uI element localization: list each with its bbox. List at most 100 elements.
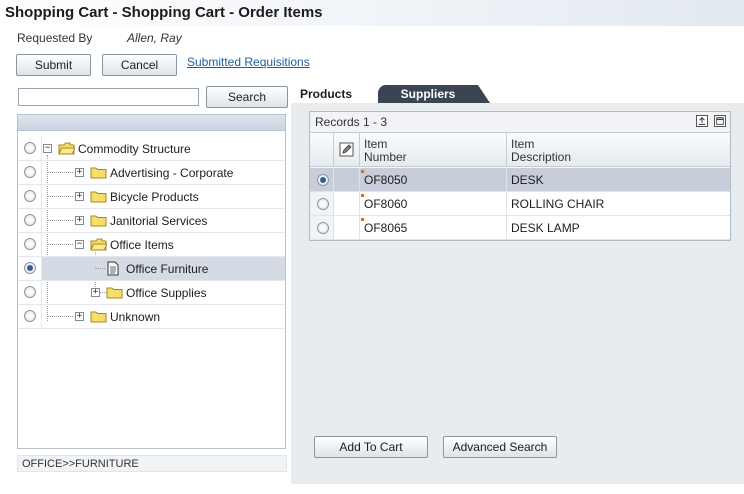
- row-edit-cell: [334, 168, 360, 191]
- tree-row-office-supplies[interactable]: + Office Supplies: [18, 281, 285, 305]
- row-radio-selected[interactable]: [317, 174, 329, 186]
- tree-radio-cell: [18, 257, 42, 280]
- tree-row-advertising-corporate[interactable]: + Advertising - Corporate: [18, 161, 285, 185]
- tab-products[interactable]: Products: [300, 87, 352, 101]
- search-button[interactable]: Search: [206, 86, 288, 108]
- title-bar: Shopping Cart - Shopping Cart - Order It…: [0, 0, 744, 26]
- tree-radio-cell: [18, 137, 42, 160]
- tree-radio[interactable]: [24, 310, 36, 322]
- tree-radio-cell: [18, 233, 42, 256]
- page-title: Shopping Cart - Shopping Cart - Order It…: [5, 4, 323, 21]
- tab-suppliers[interactable]: Suppliers: [378, 85, 490, 103]
- requested-by-label: Requested By: [17, 31, 93, 45]
- submit-button[interactable]: Submit: [16, 54, 91, 76]
- item-number-cell[interactable]: OF8065: [360, 216, 507, 239]
- tree-radio[interactable]: [24, 214, 36, 226]
- table-row[interactable]: OF8050 DESK: [310, 168, 730, 192]
- tree-radio-cell: [18, 161, 42, 184]
- tree-node-label[interactable]: Janitorial Services: [110, 214, 207, 228]
- item-description-cell[interactable]: ROLLING CHAIR: [507, 192, 730, 215]
- tree-radio[interactable]: [24, 142, 36, 154]
- tree-row-commodity-structure[interactable]: − Commodity Structure: [18, 137, 285, 161]
- table-row[interactable]: OF8060 ROLLING CHAIR: [310, 192, 730, 216]
- tree-node-label[interactable]: Office Furniture: [126, 262, 208, 276]
- tree-radio-cell: [18, 281, 42, 304]
- row-marker-icon: [361, 218, 364, 221]
- tab-strip: Products Suppliers: [292, 84, 744, 104]
- tree-radio-cell: [18, 185, 42, 208]
- tree-row-unknown[interactable]: + Unknown: [18, 305, 285, 329]
- folder-icon: [90, 311, 107, 323]
- add-to-cart-button[interactable]: Add To Cart: [314, 436, 428, 458]
- grid-toolbar: Records 1 - 3: [310, 112, 730, 132]
- folder-icon: [106, 287, 123, 299]
- tree-row-bicycle-products[interactable]: + Bicycle Products: [18, 185, 285, 209]
- tree-radio-selected[interactable]: [24, 262, 36, 274]
- header-item-number[interactable]: Item Number: [360, 133, 507, 167]
- tree-row-janitorial-services[interactable]: + Janitorial Services: [18, 209, 285, 233]
- row-radio[interactable]: [317, 222, 329, 234]
- expand-icon[interactable]: +: [91, 288, 100, 297]
- edit-pencil-icon[interactable]: [339, 142, 354, 157]
- tree-radio-cell: [18, 305, 42, 328]
- header-line: Number: [364, 150, 407, 164]
- export-icon[interactable]: [696, 115, 708, 127]
- tree-radio[interactable]: [24, 286, 36, 298]
- expand-icon[interactable]: +: [75, 192, 84, 201]
- item-number: OF8050: [364, 173, 408, 187]
- item-description-cell[interactable]: DESK: [507, 168, 730, 191]
- row-select-cell: [310, 192, 334, 215]
- tree-connector: [95, 268, 105, 269]
- tree-row-office-items[interactable]: − Office Items: [18, 233, 285, 257]
- folder-open-icon: [58, 142, 75, 155]
- grid-header: Item Number Item Description: [310, 132, 730, 167]
- item-description-cell[interactable]: DESK LAMP: [507, 216, 730, 239]
- tree-radio[interactable]: [24, 166, 36, 178]
- item-number: OF8060: [364, 197, 408, 211]
- header-item-description[interactable]: Item Description: [507, 133, 730, 167]
- tree-node-label[interactable]: Bicycle Products: [110, 190, 199, 204]
- maximize-icon[interactable]: [714, 115, 726, 127]
- tree-connector: [47, 316, 73, 317]
- search-input[interactable]: [18, 88, 199, 106]
- cancel-button[interactable]: Cancel: [102, 54, 177, 76]
- item-number-cell[interactable]: OF8060: [360, 192, 507, 215]
- folder-icon: [90, 215, 107, 227]
- tree-node-label[interactable]: Commodity Structure: [78, 142, 191, 156]
- collapse-icon[interactable]: −: [43, 144, 52, 153]
- tree-connector: [47, 244, 73, 245]
- table-row[interactable]: OF8065 DESK LAMP: [310, 216, 730, 240]
- requested-by-value: Allen, Ray: [127, 31, 182, 45]
- tree-radio[interactable]: [24, 190, 36, 202]
- expand-icon[interactable]: +: [75, 216, 84, 225]
- tree-header: [18, 115, 285, 131]
- collapse-icon[interactable]: −: [75, 240, 84, 249]
- tree-connector: [47, 220, 73, 221]
- tree-node-label[interactable]: Office Supplies: [126, 286, 207, 300]
- expand-icon[interactable]: +: [75, 312, 84, 321]
- row-edit-cell: [334, 216, 360, 239]
- tree-radio[interactable]: [24, 238, 36, 250]
- tree-row-office-furniture[interactable]: Office Furniture: [18, 257, 285, 281]
- folder-open-icon: [90, 238, 107, 251]
- tree-node-label[interactable]: Advertising - Corporate: [110, 166, 233, 180]
- row-marker-icon: [361, 194, 364, 197]
- item-number-cell[interactable]: OF8050: [360, 168, 507, 191]
- row-select-cell: [310, 168, 334, 191]
- products-grid: Records 1 - 3 Item Number Item Descripti…: [309, 111, 731, 241]
- header-line: Description: [511, 150, 572, 164]
- commodity-tree-panel: − Commodity Structure + Advertising - Co…: [17, 114, 286, 449]
- row-marker-icon: [361, 170, 364, 173]
- advanced-search-button[interactable]: Advanced Search: [443, 436, 557, 458]
- submitted-requisitions-link[interactable]: Submitted Requisitions: [187, 55, 310, 69]
- folder-icon: [90, 191, 107, 203]
- tree-node-label[interactable]: Office Items: [110, 238, 174, 252]
- tree-node-label[interactable]: Unknown: [110, 310, 160, 324]
- header-select-column: [310, 133, 334, 167]
- row-radio[interactable]: [317, 198, 329, 210]
- header-edit-column: [334, 133, 360, 167]
- tree-radio-cell: [18, 209, 42, 232]
- tree-connector: [47, 196, 73, 197]
- row-edit-cell: [334, 192, 360, 215]
- expand-icon[interactable]: +: [75, 168, 84, 177]
